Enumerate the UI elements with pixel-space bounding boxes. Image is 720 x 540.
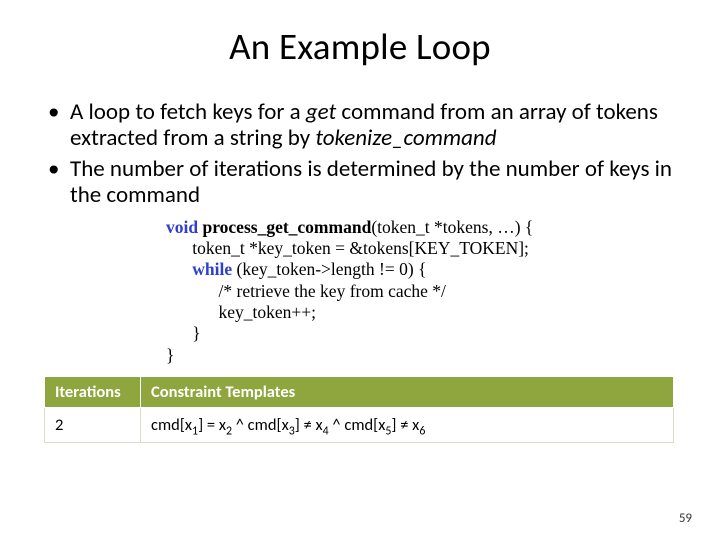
function-name: process_get_command — [202, 217, 371, 237]
keyword-void: void — [166, 217, 198, 237]
slide-title: An Example Loop — [44, 24, 676, 69]
table-row: 2 cmd[x1] = x2 ^ cmd[x3] ≠ x4 ^ cmd[x5] … — [45, 408, 674, 443]
table-header-row: Iterations Constraint Templates — [45, 377, 674, 408]
expr: ^ cmd[x — [329, 415, 386, 435]
code-text: key_token++; — [166, 302, 316, 322]
expr: ^ cmd[x — [232, 415, 289, 435]
italic-term: get — [306, 98, 336, 126]
bullet-item: A loop to fetch keys for a get command f… — [46, 99, 676, 152]
keyword-while: while — [192, 259, 232, 279]
cell-template: cmd[x1] = x2 ^ cmd[x3] ≠ x4 ^ cmd[x5] ≠ … — [141, 408, 674, 443]
page-number: 59 — [679, 511, 692, 526]
constraints-table: Iterations Constraint Templates 2 cmd[x1… — [44, 376, 674, 443]
expr: ] ≠ x — [295, 415, 323, 435]
col-header-iterations: Iterations — [45, 377, 141, 408]
text: The number of iterations is determined b… — [70, 155, 672, 209]
cell-iterations: 2 — [45, 408, 141, 443]
subscript: 6 — [419, 424, 425, 438]
code-text: token_t *key_token = &tokens[KEY_TOKEN]; — [166, 238, 529, 258]
code-text: (token_t *tokens, …) { — [371, 217, 533, 237]
bullet-item: The number of iterations is determined b… — [46, 156, 676, 209]
col-header-templates: Constraint Templates — [141, 377, 674, 408]
code-text — [166, 259, 192, 279]
code-text: } — [166, 323, 201, 343]
bullet-list: A loop to fetch keys for a get command f… — [46, 99, 676, 209]
code-text: /* retrieve the key from cache */ — [166, 281, 446, 301]
text: A loop to fetch keys for a — [70, 98, 306, 126]
code-text: (key_token->length != 0) { — [232, 259, 426, 279]
code-block: void process_get_command(token_t *tokens… — [166, 217, 676, 366]
code-text: } — [166, 345, 174, 365]
expr: ] ≠ x — [391, 415, 419, 435]
italic-term: tokenize_command — [315, 124, 496, 152]
expr: cmd[x — [151, 415, 192, 435]
expr: ] = x — [198, 415, 226, 435]
